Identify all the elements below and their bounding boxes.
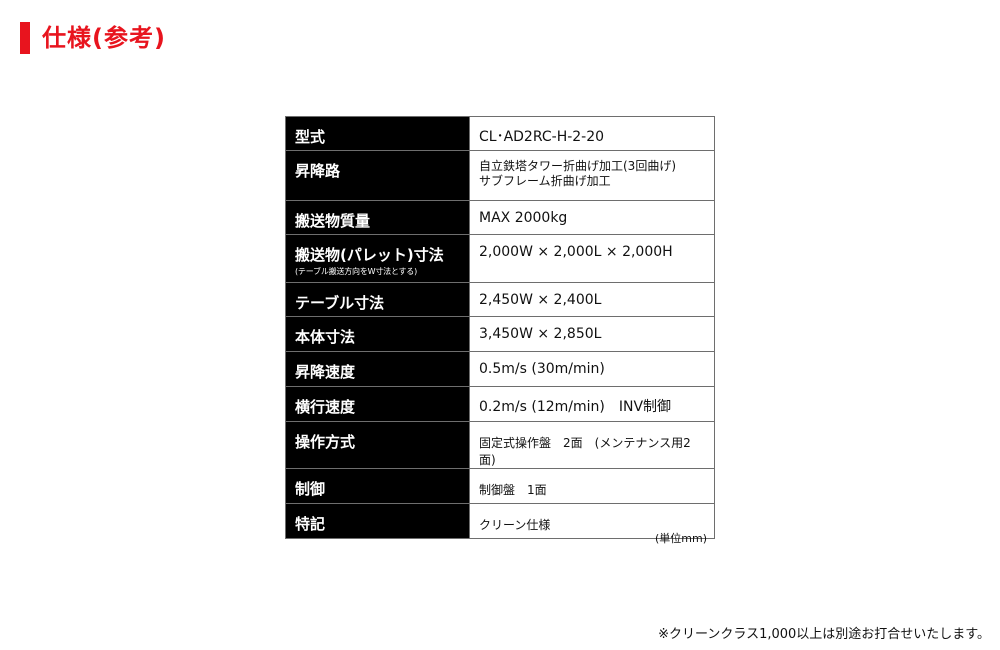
spec-label-notes: 特記 <box>285 503 470 539</box>
page-title: 仕様(参考) <box>42 24 166 52</box>
spec-label-table-size: テーブル寸法 <box>285 282 470 317</box>
spec-label-lift-speed: 昇降速度 <box>285 351 470 387</box>
spec-label-control: 制御 <box>285 468 470 504</box>
spec-label-hoistway: 昇降路 <box>285 150 470 201</box>
spec-value-load-capacity: MAX 2000kg <box>469 200 715 235</box>
spec-label-body-size: 本体寸法 <box>285 316 470 352</box>
spec-row-table-size: テーブル寸法 2,450W × 2,400L <box>285 282 715 317</box>
spec-value-lift-speed: 0.5m/s (30m/min) <box>469 351 715 387</box>
spec-value-control: 制御盤 1面 <box>469 468 715 504</box>
spec-row-notes: 特記 クリーン仕様 <box>285 503 715 539</box>
spec-label-pallet-size-note: (テーブル搬送方向をW寸法とする) <box>295 267 418 276</box>
spec-value-table-size: 2,450W × 2,400L <box>469 282 715 317</box>
spec-label-pallet-size: 搬送物(パレット)寸法 (テーブル搬送方向をW寸法とする) <box>285 234 470 283</box>
spec-label-model: 型式 <box>285 116 470 151</box>
spec-value-hoistway-line-2: サブフレーム折曲げ加工 <box>479 174 611 188</box>
spec-row-lift-speed: 昇降速度 0.5m/s (30m/min) <box>285 351 715 387</box>
spec-value-traverse-speed: 0.2m/s (12m/min) INV制御 <box>469 386 715 422</box>
spec-label-traverse-speed: 横行速度 <box>285 386 470 422</box>
spec-row-control: 制御 制御盤 1面 <box>285 468 715 504</box>
spec-value-hoistway-line-1: 自立鉄塔タワー折曲げ加工(3回曲げ) <box>479 159 676 173</box>
spec-row-traverse-speed: 横行速度 0.2m/s (12m/min) INV制御 <box>285 386 715 422</box>
spec-row-body-size: 本体寸法 3,450W × 2,850L <box>285 316 715 352</box>
spec-table: 型式 CL･AD2RC-H-2-20 昇降路 自立鉄塔タワー折曲げ加工(3回曲げ… <box>285 116 715 539</box>
spec-row-pallet-size: 搬送物(パレット)寸法 (テーブル搬送方向をW寸法とする) 2,000W × 2… <box>285 234 715 283</box>
spec-row-operation: 操作方式 固定式操作盤 2面 (メンテナンス用2面) <box>285 421 715 469</box>
spec-row-load-capacity: 搬送物質量 MAX 2000kg <box>285 200 715 235</box>
spec-label-pallet-size-main: 搬送物(パレット)寸法 <box>295 246 444 264</box>
section-heading: 仕様(参考) <box>20 22 166 54</box>
footnote: ※クリーンクラス1,000以上は別途お打合せいたします。 <box>658 627 990 642</box>
unit-note: (単位mm) <box>655 532 708 545</box>
spec-row-hoistway: 昇降路 自立鉄塔タワー折曲げ加工(3回曲げ) サブフレーム折曲げ加工 <box>285 150 715 201</box>
spec-value-hoistway: 自立鉄塔タワー折曲げ加工(3回曲げ) サブフレーム折曲げ加工 <box>469 150 715 201</box>
spec-value-body-size: 3,450W × 2,850L <box>469 316 715 352</box>
spec-label-operation: 操作方式 <box>285 421 470 469</box>
spec-value-model: CL･AD2RC-H-2-20 <box>469 116 715 151</box>
heading-accent-bar <box>20 22 30 54</box>
spec-value-operation: 固定式操作盤 2面 (メンテナンス用2面) <box>469 421 715 469</box>
spec-value-pallet-size: 2,000W × 2,000L × 2,000H <box>469 234 715 283</box>
spec-label-load-capacity: 搬送物質量 <box>285 200 470 235</box>
spec-row-model: 型式 CL･AD2RC-H-2-20 <box>285 116 715 151</box>
